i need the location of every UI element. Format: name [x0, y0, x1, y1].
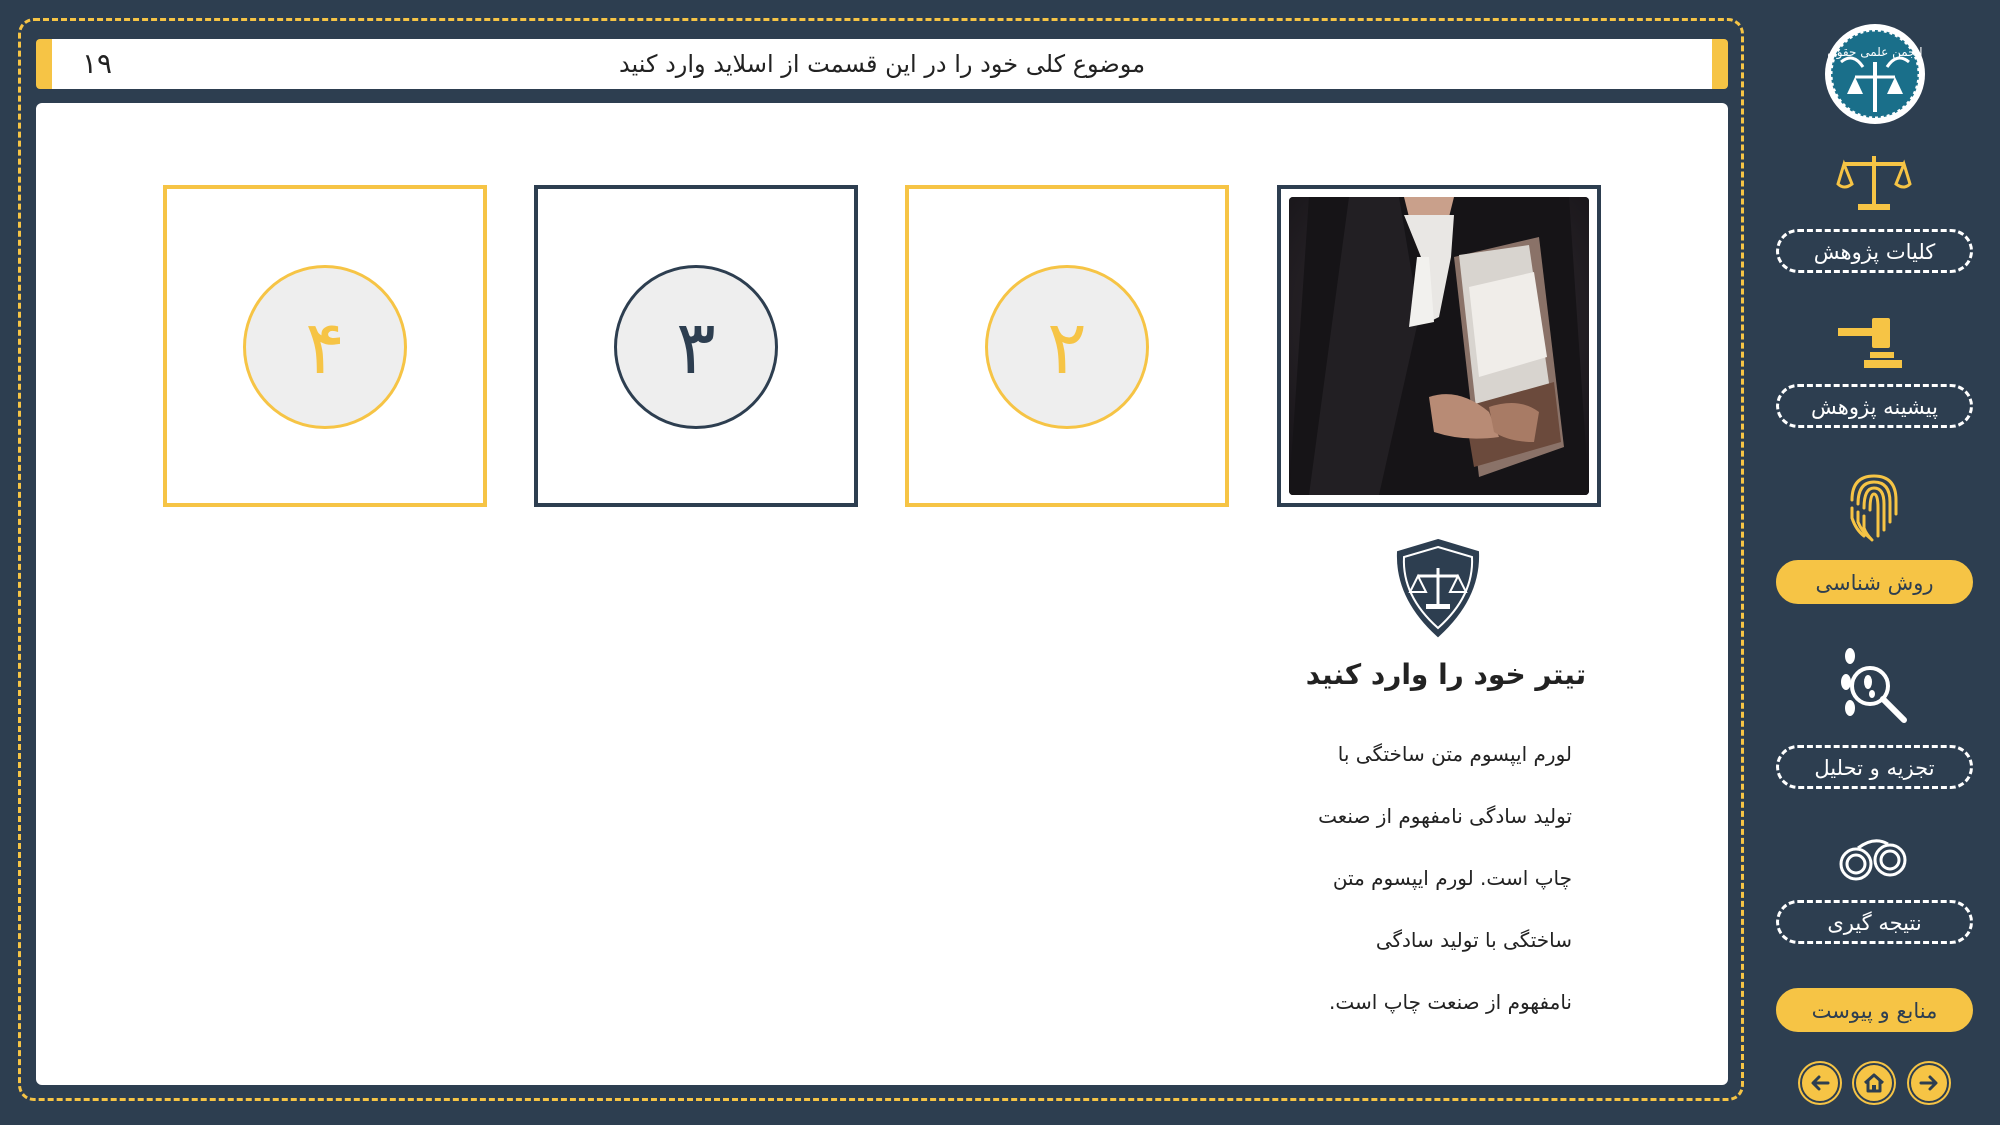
- arrow-left-icon: [1811, 1075, 1830, 1091]
- sidebar-item-references[interactable]: منابع و پیوست: [1776, 988, 1973, 1032]
- card-4[interactable]: ۴: [163, 185, 487, 507]
- home-button[interactable]: [1854, 1063, 1894, 1103]
- body-line: چاپ است. لورم ایپسوم متن: [1332, 866, 1572, 890]
- sidebar-item-literature[interactable]: پیشینه پژوهش: [1776, 384, 1973, 428]
- body-paragraph: لورم ایپسوم متن ساختگی با تولید سادگی نا…: [1306, 723, 1572, 1033]
- section-subtitle: تیتر خود را وارد کنید: [1305, 658, 1587, 691]
- lawyer-photo: [1289, 197, 1589, 495]
- next-button[interactable]: [1909, 1063, 1949, 1103]
- photo-card[interactable]: [1277, 185, 1601, 507]
- body-line: ساختگی با تولید سادگی: [1375, 928, 1572, 952]
- arrow-right-icon: [1919, 1075, 1938, 1091]
- sidebar-item-conclusion[interactable]: نتیجه گیری: [1776, 900, 1973, 944]
- title-bar: موضوع کلی خود را در این قسمت از اسلاید و…: [36, 39, 1728, 89]
- sidebar-item-methodology[interactable]: روش شناسی: [1776, 560, 1973, 604]
- magnifier-footprints-icon: [1841, 648, 1907, 723]
- slide-content: ۴ ۳ ۲ تیتر خود را وارد کنید لورم ایپسوم …: [36, 103, 1728, 1085]
- card-4-number: ۴: [243, 265, 407, 429]
- logo-text: انجمن علمی حقوق: [1827, 45, 1922, 60]
- home-icon: [1864, 1073, 1884, 1093]
- handcuffs-icon: [1839, 839, 1907, 881]
- sidebar-item-analysis[interactable]: تجزیه و تحلیل: [1776, 745, 1973, 789]
- scales-icon: [1836, 156, 1912, 210]
- card-2-number: ۲: [985, 265, 1149, 429]
- page-number: ۱۹: [82, 47, 113, 80]
- sidebar-item-research-overview[interactable]: کلیات پژوهش: [1776, 229, 1973, 273]
- card-3-number: ۳: [614, 265, 778, 429]
- slide-title: موضوع کلی خود را در این قسمت از اسلاید و…: [618, 50, 1146, 78]
- university-logo: انجمن علمی حقوق: [1825, 24, 1925, 124]
- body-line: تولید سادگی نامفهوم از صنعت: [1318, 804, 1572, 828]
- card-3[interactable]: ۳: [534, 185, 858, 507]
- body-line: نامفهوم از صنعت چاپ است.: [1329, 990, 1572, 1014]
- fingerprint-icon: [1850, 474, 1898, 542]
- body-line: لورم ایپسوم متن ساختگی با: [1337, 742, 1572, 766]
- card-2[interactable]: ۲: [905, 185, 1229, 507]
- shield-scales-icon: [1396, 538, 1480, 638]
- prev-button[interactable]: [1800, 1063, 1840, 1103]
- gavel-icon: [1838, 318, 1902, 368]
